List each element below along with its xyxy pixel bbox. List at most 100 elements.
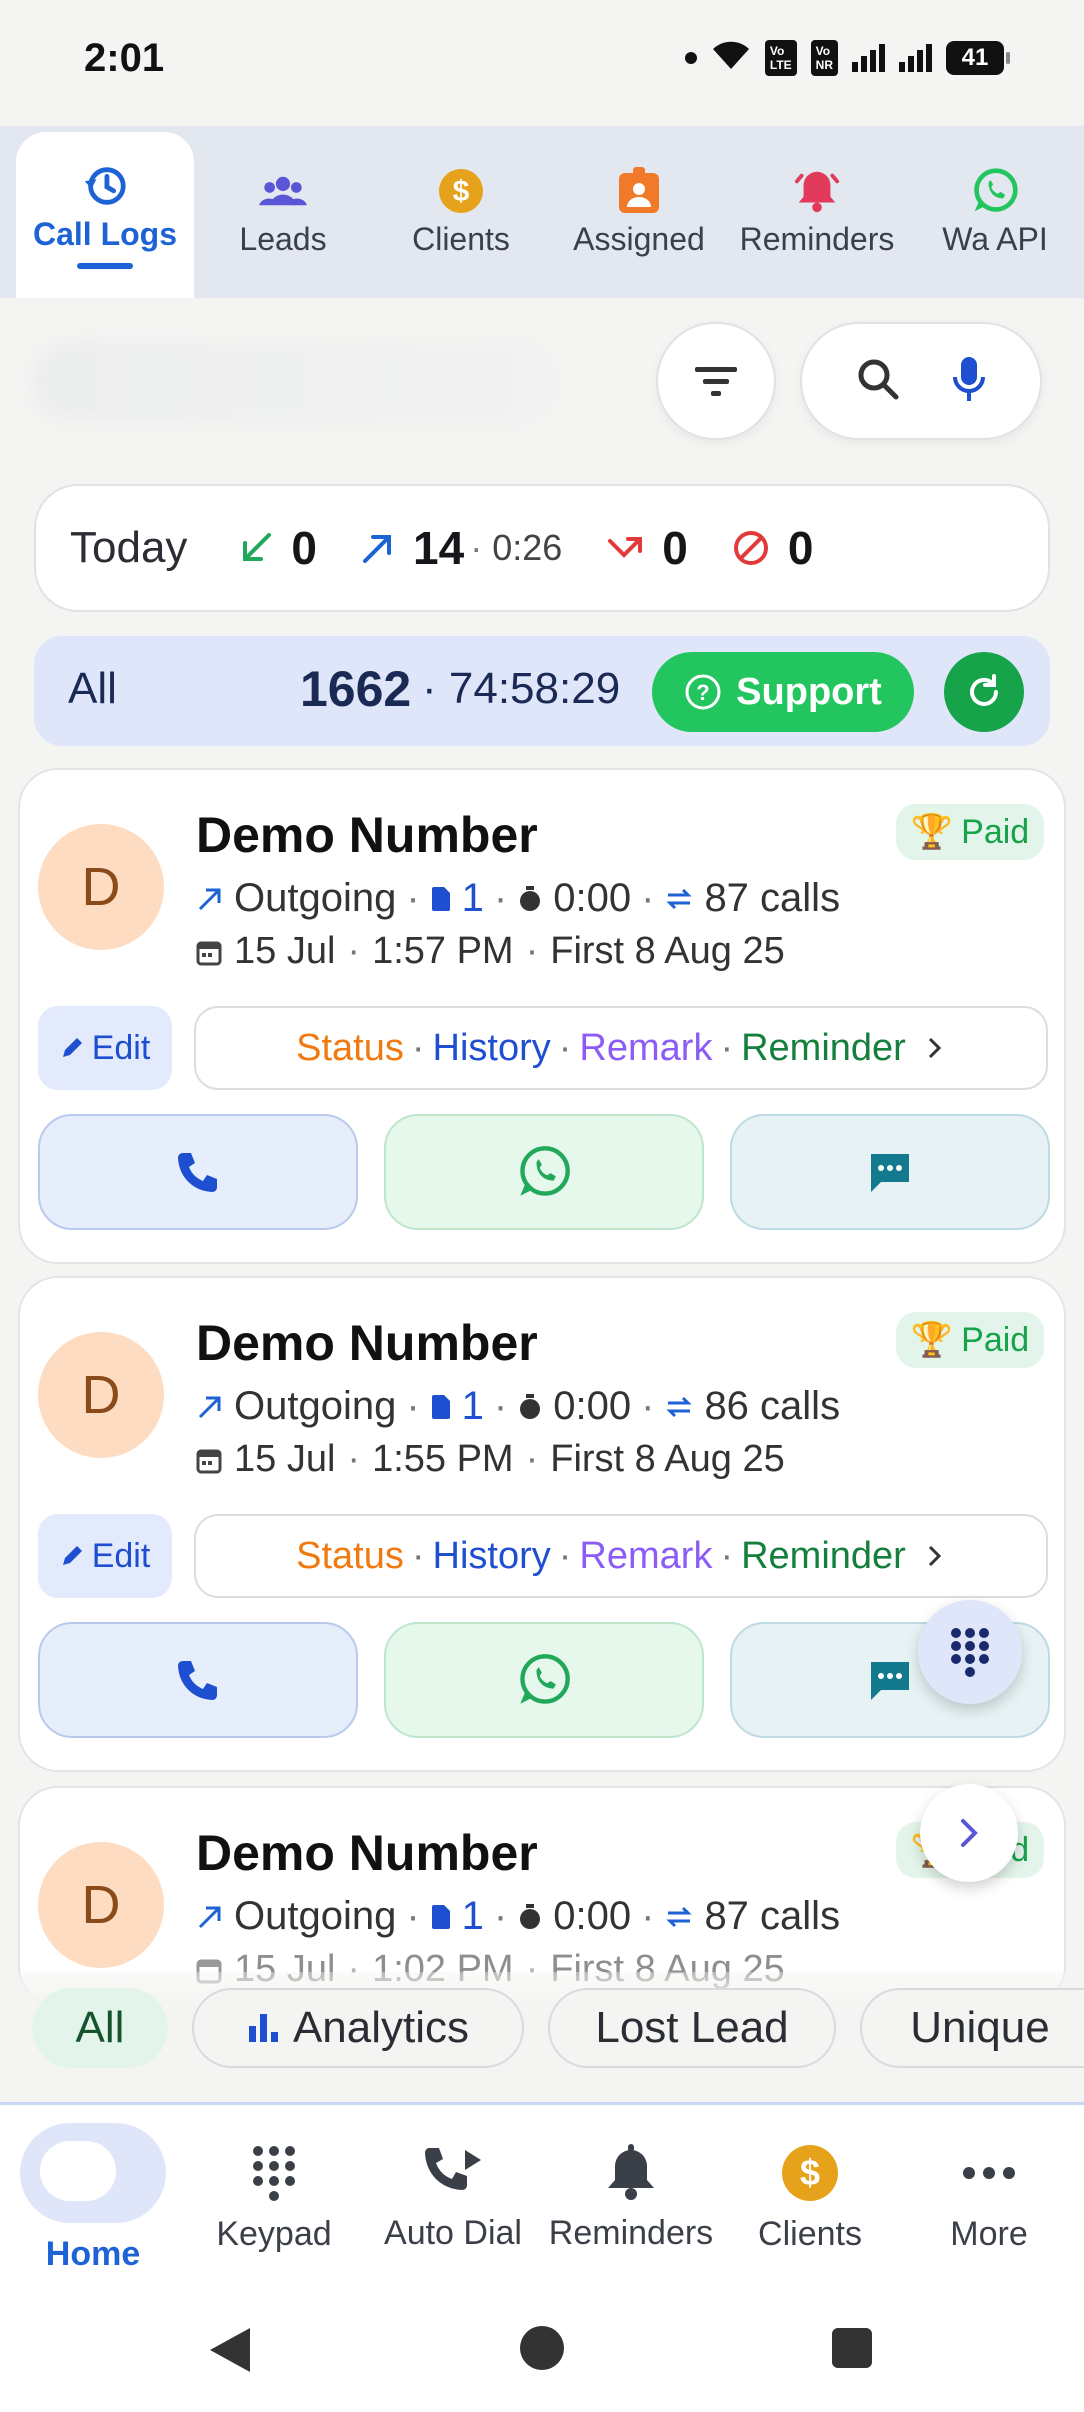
system-navigation-bar (0, 2288, 1084, 2412)
contact-name[interactable]: Demo Number (196, 1824, 538, 1882)
chevron-right-icon[interactable] (924, 1035, 946, 1061)
tab-wa-api[interactable]: Wa API (906, 126, 1084, 298)
action-links: Status · History · Remark · Reminder (194, 1514, 1048, 1598)
nav-label: Clients (758, 2214, 862, 2253)
avatar: D (38, 1842, 164, 1968)
paid-badge: 🏆 Paid (896, 804, 1044, 860)
status-link[interactable]: Status (296, 1535, 404, 1578)
nav-label: Auto Dial (384, 2213, 522, 2252)
call-meta-line: Outgoing · 1 · 0:00 · 87 calls (196, 1894, 840, 1939)
chip-lost-lead[interactable]: Lost Lead (548, 1988, 836, 2068)
active-tab-indicator (77, 262, 133, 269)
nav-auto-dial[interactable]: Auto Dial (370, 2105, 536, 2291)
call-log-card[interactable]: D Demo Number 🏆 Paid Outgoing· 1· 0:00· … (18, 1276, 1066, 1772)
home-icon (20, 2122, 166, 2223)
whatsapp-button[interactable] (384, 1622, 704, 1738)
next-page-button[interactable] (920, 1784, 1018, 1882)
calendar-icon (196, 941, 222, 965)
chip-unique[interactable]: Unique (860, 1988, 1084, 2068)
signal-1-icon (852, 44, 885, 72)
edit-button[interactable]: Edit (38, 1514, 172, 1598)
missed-call-icon (608, 537, 643, 558)
recents-icon[interactable] (830, 2326, 874, 2370)
call-meta-line: Outgoing · 1 · 0:00 · 86 calls (196, 1384, 840, 1429)
nav-label: Home (45, 2234, 141, 2273)
chip-all[interactable]: All (32, 1988, 168, 2068)
status-link[interactable]: Status (296, 1027, 404, 1070)
dialpad-fab[interactable] (918, 1600, 1022, 1704)
blocked-call-icon (733, 531, 768, 565)
call-date-line: 15 Jul · 1:55 PM · First 8 Aug 25 (196, 1438, 785, 1481)
missed-count: 0 (662, 522, 688, 574)
chip-analytics[interactable]: Analytics (192, 1988, 524, 2068)
remark-link[interactable]: Remark (579, 1535, 712, 1578)
repeat-icon (666, 1396, 693, 1417)
trophy-icon: 🏆 (910, 813, 954, 851)
pencil-icon (62, 1546, 82, 1565)
repeat-icon (666, 888, 693, 909)
nav-reminders[interactable]: Reminders (540, 2105, 722, 2291)
dollar-icon: $ (782, 2144, 838, 2201)
message-icon (871, 1662, 909, 1700)
call-button[interactable] (38, 1114, 358, 1230)
back-icon[interactable] (206, 2324, 254, 2376)
all-call-count: 1662 (300, 661, 412, 717)
missed-stat: 0 (606, 521, 688, 575)
volte-lte-icon: Vo LTE (764, 40, 797, 76)
filter-icon (695, 367, 737, 396)
sim-icon (431, 1394, 450, 1419)
rejected-stat: 0 (732, 521, 813, 575)
chevron-right-icon (961, 1819, 978, 1847)
tab-clients[interactable]: $ Clients (372, 126, 550, 298)
nav-home[interactable]: Home (18, 2105, 168, 2291)
chevron-right-icon[interactable] (924, 1543, 946, 1569)
phone-icon (178, 1153, 217, 1192)
call-meta-line: Outgoing · 1 · 0:00 · 87 calls (196, 876, 840, 921)
call-log-history-icon (81, 162, 129, 210)
edit-button[interactable]: Edit (38, 1006, 172, 1090)
tab-assigned[interactable]: Assigned (550, 126, 728, 298)
nav-keypad[interactable]: Keypad (194, 2105, 354, 2291)
status-icons: Vo LTE Vo NR 41 (684, 40, 1010, 76)
all-label: All (68, 664, 117, 713)
help-icon: ? (685, 674, 721, 710)
today-label: Today (70, 523, 188, 572)
call-log-card[interactable]: D Demo Number 🏆 Paid Outgoing· 1· 0:00· … (18, 768, 1066, 1264)
reminder-link[interactable]: Reminder (741, 1535, 906, 1578)
nav-more[interactable]: More (912, 2105, 1066, 2291)
whatsapp-icon (520, 1146, 570, 1196)
refresh-button[interactable] (944, 652, 1024, 732)
all-summary-row[interactable]: All 1662 · 74:58:29 ? Support (34, 636, 1050, 746)
more-icon (963, 2166, 1015, 2179)
action-links: Status · History · Remark · Reminder (194, 1006, 1048, 1090)
tab-leads[interactable]: Leads (194, 126, 372, 298)
call-button[interactable] (38, 1622, 358, 1738)
remark-link[interactable]: Remark (579, 1027, 712, 1070)
outgoing-duration: · 0:26 (470, 527, 563, 568)
history-link[interactable]: History (433, 1535, 551, 1578)
sms-button[interactable] (730, 1114, 1050, 1230)
trophy-icon: 🏆 (910, 1321, 954, 1359)
filter-button[interactable] (656, 322, 776, 440)
support-button[interactable]: ? Support (652, 652, 914, 732)
search-bar[interactable] (800, 322, 1042, 440)
home-button-icon[interactable] (518, 2324, 566, 2372)
tab-label: Call Logs (32, 215, 177, 252)
whatsapp-button[interactable] (384, 1114, 704, 1230)
search-icon[interactable] (856, 357, 900, 406)
nav-clients[interactable]: $ Clients (730, 2105, 890, 2291)
tab-reminders[interactable]: Reminders (728, 126, 906, 298)
calendar-icon (196, 1449, 222, 1473)
today-summary-card[interactable]: Today 0 14 · 0:26 0 0 (34, 484, 1050, 612)
microphone-icon[interactable] (952, 355, 986, 408)
sim-icon (431, 1904, 450, 1929)
outgoing-call-icon (198, 1396, 221, 1418)
contact-name[interactable]: Demo Number (196, 806, 538, 864)
contact-name[interactable]: Demo Number (196, 1314, 538, 1372)
tab-call-logs[interactable]: Call Logs (16, 132, 194, 298)
reminder-link[interactable]: Reminder (741, 1027, 906, 1070)
contact-action-row (38, 1114, 1050, 1230)
avatar: D (38, 824, 164, 950)
repeat-icon (666, 1906, 693, 1927)
history-link[interactable]: History (433, 1027, 551, 1070)
